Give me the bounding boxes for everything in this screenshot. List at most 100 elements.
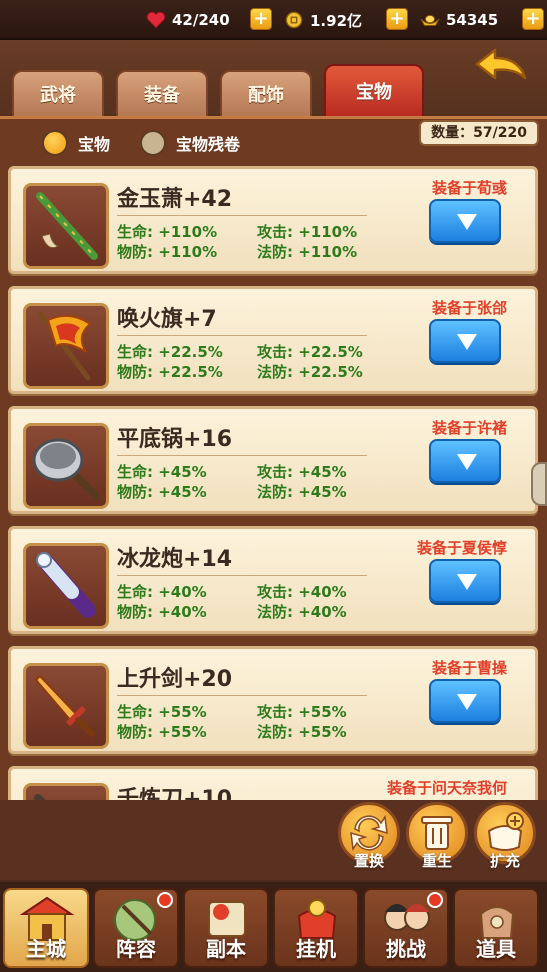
stat-attack: 攻击: +40% bbox=[257, 583, 347, 601]
treasure-list[interactable]: 金玉萧+42 生命: +110% 攻击: +110% 物防: +110% 法防:… bbox=[0, 160, 547, 800]
equipped-by: 装备于曹操 bbox=[431, 659, 507, 677]
chevron-down-icon bbox=[457, 694, 477, 710]
item-icon-frame bbox=[23, 423, 109, 509]
item-name: 唤火旗+7 bbox=[117, 307, 217, 332]
stat-hp: 生命: +22.5% bbox=[117, 343, 223, 361]
tab-accessories[interactable]: 配饰 bbox=[220, 70, 312, 116]
equipped-by: 装备于问天奈我何 bbox=[386, 779, 507, 797]
stat-attack: 攻击: +55% bbox=[257, 703, 347, 721]
tab-generals[interactable]: 武将 bbox=[12, 70, 104, 116]
stamina-value: 42/240 bbox=[172, 11, 230, 29]
stat-physical-def: 物防: +45% bbox=[117, 483, 207, 501]
item-name: 平底锅+16 bbox=[117, 427, 233, 452]
stat-magic-def: 法防: +55% bbox=[257, 723, 347, 741]
stat-physical-def: 物防: +110% bbox=[117, 243, 218, 261]
equipped-by: 装备于夏侯惇 bbox=[416, 539, 507, 557]
stamina-display: 42/240 bbox=[146, 8, 230, 32]
swap-label: 置换 bbox=[353, 852, 384, 870]
item-icon-frame bbox=[23, 783, 109, 800]
treasure-radio[interactable] bbox=[42, 130, 68, 156]
fragment-radio-label: 宝物残卷 bbox=[176, 135, 241, 154]
stat-attack: 攻击: +110% bbox=[257, 223, 358, 241]
divider bbox=[117, 575, 367, 576]
item-icon-frame bbox=[23, 183, 109, 269]
coins-display: 1.92亿 bbox=[284, 8, 362, 32]
sword-icon bbox=[34, 674, 95, 737]
nav-challenge[interactable]: 挑战 bbox=[363, 888, 449, 968]
nav-label: 道具 bbox=[476, 937, 516, 961]
add-ingots-button[interactable]: + bbox=[522, 8, 544, 30]
fragment-radio[interactable] bbox=[140, 130, 167, 156]
chevron-down-icon bbox=[457, 574, 477, 590]
nav-main-city[interactable]: 主城 bbox=[3, 888, 89, 968]
treasure-count: 数量：57/220 bbox=[419, 120, 539, 146]
list-item[interactable]: 金玉萧+42 生命: +110% 攻击: +110% 物防: +110% 法防:… bbox=[8, 166, 538, 274]
stat-physical-def: 物防: +55% bbox=[117, 723, 207, 741]
expand-button[interactable] bbox=[429, 559, 501, 603]
expand-button[interactable] bbox=[429, 439, 501, 483]
resource-bar: 42/240 + 1.92亿 + 54345 + bbox=[0, 0, 547, 40]
ice-cannon-icon bbox=[36, 552, 96, 618]
divider bbox=[117, 215, 367, 216]
blade-icon bbox=[34, 794, 46, 800]
item-icon-frame bbox=[23, 303, 109, 389]
list-item[interactable]: 冰龙炮+14 生命: +40% 攻击: +40% 物防: +40% 法防: +4… bbox=[8, 526, 538, 634]
equipped-by: 装备于许褚 bbox=[431, 419, 507, 437]
rebirth-label: 重生 bbox=[421, 852, 452, 870]
add-coins-button[interactable]: + bbox=[386, 8, 408, 30]
expand-button[interactable] bbox=[429, 199, 501, 243]
stat-attack: 攻击: +22.5% bbox=[257, 343, 363, 361]
expand-button[interactable] bbox=[429, 319, 501, 363]
nav-label: 主城 bbox=[26, 937, 66, 961]
stat-hp: 生命: +110% bbox=[117, 223, 218, 241]
heart-stamina-icon bbox=[146, 11, 166, 29]
divider bbox=[117, 455, 367, 456]
chevron-down-icon bbox=[457, 454, 477, 470]
divider bbox=[117, 695, 367, 696]
item-name: 冰龙炮+14 bbox=[117, 547, 233, 572]
list-item[interactable]: 千炼刀+10 装备于问天奈我何 bbox=[8, 766, 538, 800]
scroll-handle[interactable] bbox=[531, 462, 547, 506]
stat-magic-def: 法防: +110% bbox=[257, 243, 358, 261]
tab-equipment[interactable]: 装备 bbox=[116, 70, 208, 116]
nav-label: 副本 bbox=[206, 937, 246, 961]
notification-badge bbox=[157, 892, 173, 908]
fire-flag-icon bbox=[37, 311, 92, 381]
expand-button[interactable] bbox=[429, 679, 501, 723]
expand-capacity-label: 扩充 bbox=[489, 852, 520, 870]
add-stamina-button[interactable]: + bbox=[250, 8, 272, 30]
stat-magic-def: 法防: +45% bbox=[257, 483, 347, 501]
coin-icon bbox=[285, 11, 303, 29]
list-item[interactable]: 平底锅+16 生命: +45% 攻击: +45% 物防: +45% 法防: +4… bbox=[8, 406, 538, 514]
stat-hp: 生命: +55% bbox=[117, 703, 207, 721]
equipped-by: 装备于张郃 bbox=[431, 299, 507, 317]
nav-idle[interactable]: 挂机 bbox=[273, 888, 359, 968]
filter-row: 宝物 宝物残卷 bbox=[42, 130, 270, 156]
notification-badge bbox=[427, 892, 443, 908]
stat-magic-def: 法防: +40% bbox=[257, 603, 347, 621]
coins-value: 1.92亿 bbox=[310, 11, 363, 30]
nav-items[interactable]: 道具 bbox=[453, 888, 539, 968]
chevron-down-icon bbox=[457, 214, 477, 230]
stat-hp: 生命: +45% bbox=[117, 463, 207, 481]
chevron-down-icon bbox=[457, 334, 477, 350]
list-item[interactable]: 唤火旗+7 生命: +22.5% 攻击: +22.5% 物防: +22.5% 法… bbox=[8, 286, 538, 394]
nav-lineup[interactable]: 阵容 bbox=[93, 888, 179, 968]
back-arrow-icon[interactable] bbox=[473, 46, 529, 90]
divider bbox=[117, 335, 367, 336]
ingots-value: 54345 bbox=[446, 11, 499, 29]
stat-magic-def: 法防: +22.5% bbox=[257, 363, 363, 381]
item-name: 上升剑+20 bbox=[117, 667, 233, 692]
list-item[interactable]: 上升剑+20 生命: +55% 攻击: +55% 物防: +55% 法防: +5… bbox=[8, 646, 538, 754]
item-name: 金玉萧+42 bbox=[117, 187, 233, 212]
stat-attack: 攻击: +45% bbox=[257, 463, 347, 481]
stat-hp: 生命: +40% bbox=[117, 583, 207, 601]
nav-label: 挑战 bbox=[386, 937, 426, 961]
nav-dungeon[interactable]: 副本 bbox=[183, 888, 269, 968]
gold-ingot-icon bbox=[420, 15, 440, 26]
stat-physical-def: 物防: +40% bbox=[117, 603, 207, 621]
nav-label: 挂机 bbox=[296, 937, 336, 961]
treasure-radio-label: 宝物 bbox=[78, 135, 111, 154]
tab-treasures[interactable]: 宝物 bbox=[324, 64, 424, 116]
item-name: 千炼刀+10 bbox=[117, 787, 233, 800]
